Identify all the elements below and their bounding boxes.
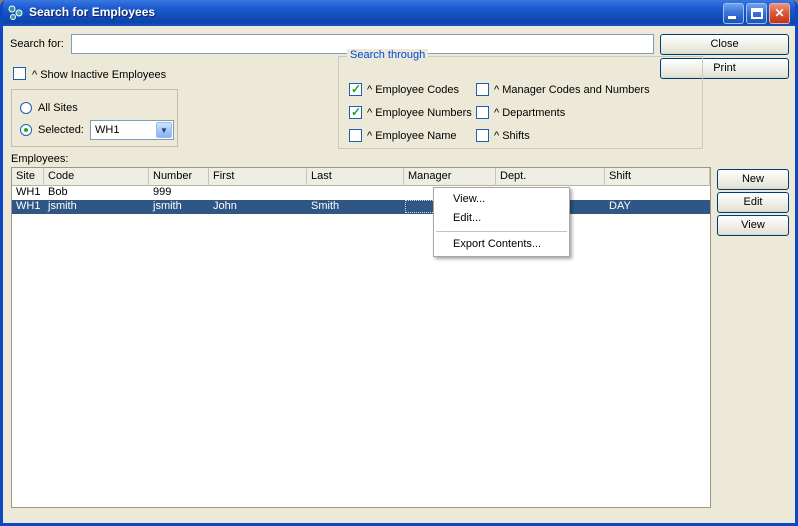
menu-item-view[interactable]: View... (434, 190, 569, 209)
checkbox-icon (476, 129, 489, 142)
sites-panel: All Sites Selected: WH1 ▼ (11, 89, 178, 147)
titlebar-buttons: ✕ (723, 3, 790, 24)
window: Search for Employees ✕ Search for: Close… (0, 0, 798, 526)
cell-code: jsmith (48, 200, 77, 212)
app-icon (8, 5, 24, 21)
employee-numbers-label: ^ Employee Numbers (367, 107, 472, 119)
minimize-icon (728, 16, 736, 19)
close-icon: ✕ (774, 6, 785, 20)
manager-codes-label: ^ Manager Codes and Numbers (494, 84, 650, 96)
column-header-last[interactable]: Last (307, 168, 404, 186)
site-combobox[interactable]: WH1 ▼ (90, 120, 174, 140)
cell-code: Bob (48, 186, 68, 198)
column-header-code[interactable]: Code (44, 168, 149, 186)
view-button[interactable]: View (717, 215, 789, 236)
column-header-number[interactable]: Number (149, 168, 209, 186)
close-button[interactable]: Close (660, 34, 789, 55)
departments-label: ^ Departments (494, 107, 566, 119)
checkbox-icon (349, 105, 362, 119)
checkbox-icon (13, 67, 26, 80)
cell-last (307, 186, 404, 200)
close-window-button[interactable]: ✕ (769, 3, 790, 24)
maximize-icon (751, 8, 763, 19)
selected-site-label: Selected: (38, 124, 84, 136)
cell-shift: DAY (609, 200, 631, 212)
search-for-label: Search for: (10, 38, 64, 50)
new-button[interactable]: New (717, 169, 789, 190)
column-header-site[interactable]: Site (12, 168, 44, 186)
menu-separator (436, 231, 567, 232)
menu-item-edit[interactable]: Edit... (434, 209, 569, 228)
cell-site: WH1 (16, 200, 41, 212)
radio-icon (20, 102, 32, 114)
maximize-button[interactable] (746, 3, 767, 24)
menu-item-export-contents[interactable]: Export Contents... (434, 235, 569, 254)
cell-shift (605, 186, 710, 200)
cell-first (209, 186, 307, 200)
checkbox-icon (476, 106, 489, 119)
employees-table: Site Code Number First Last Manager Dept… (11, 167, 711, 508)
minimize-button[interactable] (723, 3, 744, 24)
window-title: Search for Employees (29, 5, 156, 19)
column-header-manager[interactable]: Manager (404, 168, 496, 186)
column-header-dept[interactable]: Dept. (496, 168, 605, 186)
checkbox-icon (349, 129, 362, 142)
cell-site: WH1 (16, 186, 41, 198)
search-through-title: Search through (347, 49, 429, 61)
show-inactive-label: ^ Show Inactive Employees (32, 69, 167, 81)
table-row[interactable]: WH1 Bob 999 (12, 186, 710, 200)
edit-button[interactable]: Edit (717, 192, 789, 213)
cell-number: 999 (153, 186, 172, 198)
cell-last: Smith (311, 200, 340, 212)
cell-number: jsmith (153, 200, 182, 212)
cell-first: John (213, 200, 237, 212)
chevron-down-icon: ▼ (156, 122, 172, 138)
titlebar[interactable]: Search for Employees ✕ (3, 0, 795, 26)
employees-label: Employees: (11, 153, 69, 165)
table-header: Site Code Number First Last Manager Dept… (12, 168, 710, 186)
checkbox-icon (349, 82, 362, 96)
employee-codes-label: ^ Employee Codes (367, 84, 459, 96)
search-through-group: Search through ^ Employee Codes ^ Employ… (338, 49, 703, 149)
radio-icon (20, 124, 32, 136)
all-sites-label: All Sites (38, 102, 78, 114)
context-menu: View... Edit... Export Contents... (433, 187, 570, 257)
employee-name-label: ^ Employee Name (367, 130, 457, 142)
column-header-first[interactable]: First (209, 168, 307, 186)
shifts-label: ^ Shifts (494, 130, 530, 142)
column-header-shift[interactable]: Shift (605, 168, 710, 186)
checkbox-icon (476, 83, 489, 96)
table-row[interactable]: WH1 jsmith jsmith John Smith DAY (12, 200, 710, 214)
site-combobox-value: WH1 (95, 124, 120, 136)
